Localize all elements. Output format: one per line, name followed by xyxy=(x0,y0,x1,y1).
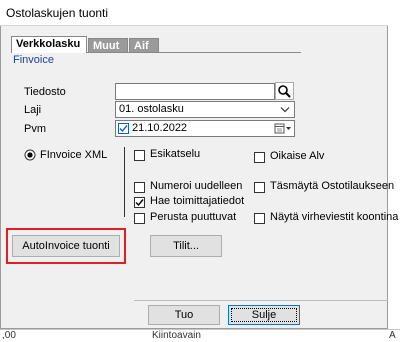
perusta-puuttuvat-label: Perusta puuttuvat xyxy=(150,211,237,223)
tab-aif[interactable]: Aif xyxy=(129,38,159,53)
oikaise-alv-checkbox[interactable] xyxy=(254,152,265,163)
radio-selected-icon xyxy=(24,149,36,161)
tilit-button[interactable]: Tilit... xyxy=(150,235,222,257)
tasmayta-ostotilaukseen-label: Täsmäytä Ostotilaukseen xyxy=(270,180,395,192)
tasmayta-ostotilaukseen-checkbox[interactable] xyxy=(254,182,265,193)
checkmark-icon xyxy=(119,125,128,133)
pvm-date-value: 21.10.2022 xyxy=(132,122,188,134)
laji-select[interactable]: 01. ostolasku xyxy=(115,101,295,118)
finvoice-xml-label: FInvoice XML xyxy=(40,149,108,161)
background-cell-amount: ,00 xyxy=(2,330,16,341)
tab-label: Muut xyxy=(93,40,120,52)
pvm-date-picker[interactable]: 21.10.2022 xyxy=(115,120,295,137)
tiedosto-label: Tiedosto xyxy=(24,86,66,98)
nayta-virheviestit-label: Näytä virheviestit koontina xyxy=(270,211,399,223)
options-divider xyxy=(124,147,125,217)
calendar-icon[interactable] xyxy=(274,123,292,135)
laji-label: Laji xyxy=(24,104,42,116)
oikaise-alv-label: Oikaise Alv xyxy=(270,150,325,162)
tab-label: Verkkolasku xyxy=(16,38,81,50)
panel-title: Finvoice xyxy=(13,54,54,66)
pvm-label: Pvm xyxy=(24,123,46,135)
tab-verkkolasku[interactable]: Verkkolasku xyxy=(11,36,87,53)
tuo-button[interactable]: Tuo xyxy=(148,305,220,325)
numeroi-uudelleen-label: Numeroi uudelleen xyxy=(150,180,243,192)
nayta-virheviestit-checkbox[interactable] xyxy=(254,213,265,224)
perusta-puuttuvat-checkbox[interactable] xyxy=(134,213,145,224)
esikatselu-checkbox[interactable] xyxy=(134,150,145,161)
finvoice-xml-radio[interactable] xyxy=(24,149,36,161)
esikatselu-label: Esikatselu xyxy=(150,148,201,160)
search-icon xyxy=(278,85,291,98)
background-cell-flag: A xyxy=(389,330,396,341)
pvm-enable-checkbox[interactable] xyxy=(118,123,129,134)
hae-toimittajatiedot-checkbox[interactable] xyxy=(134,197,145,208)
checkmark-icon xyxy=(135,199,144,207)
tab-label: Aif xyxy=(134,40,149,52)
sulje-button[interactable]: Sulje xyxy=(228,305,300,325)
numeroi-uudelleen-checkbox[interactable] xyxy=(134,182,145,193)
background-app-right xyxy=(388,0,400,341)
dialog-title: Ostolaskujen tuonti xyxy=(6,6,109,20)
browse-file-button[interactable] xyxy=(275,82,294,100)
tiedosto-input[interactable] xyxy=(115,83,275,100)
autoinvoice-import-button[interactable]: AutoInvoice tuonti xyxy=(12,235,120,257)
tab-muut[interactable]: Muut xyxy=(88,38,128,53)
hae-toimittajatiedot-label: Hae toimittajatiedot xyxy=(150,195,245,207)
chevron-down-icon xyxy=(280,107,290,113)
background-cell-text: Kiintoavain xyxy=(152,330,201,341)
footer-separator xyxy=(134,300,388,301)
laji-selected-value: 01. ostolasku xyxy=(119,103,184,115)
